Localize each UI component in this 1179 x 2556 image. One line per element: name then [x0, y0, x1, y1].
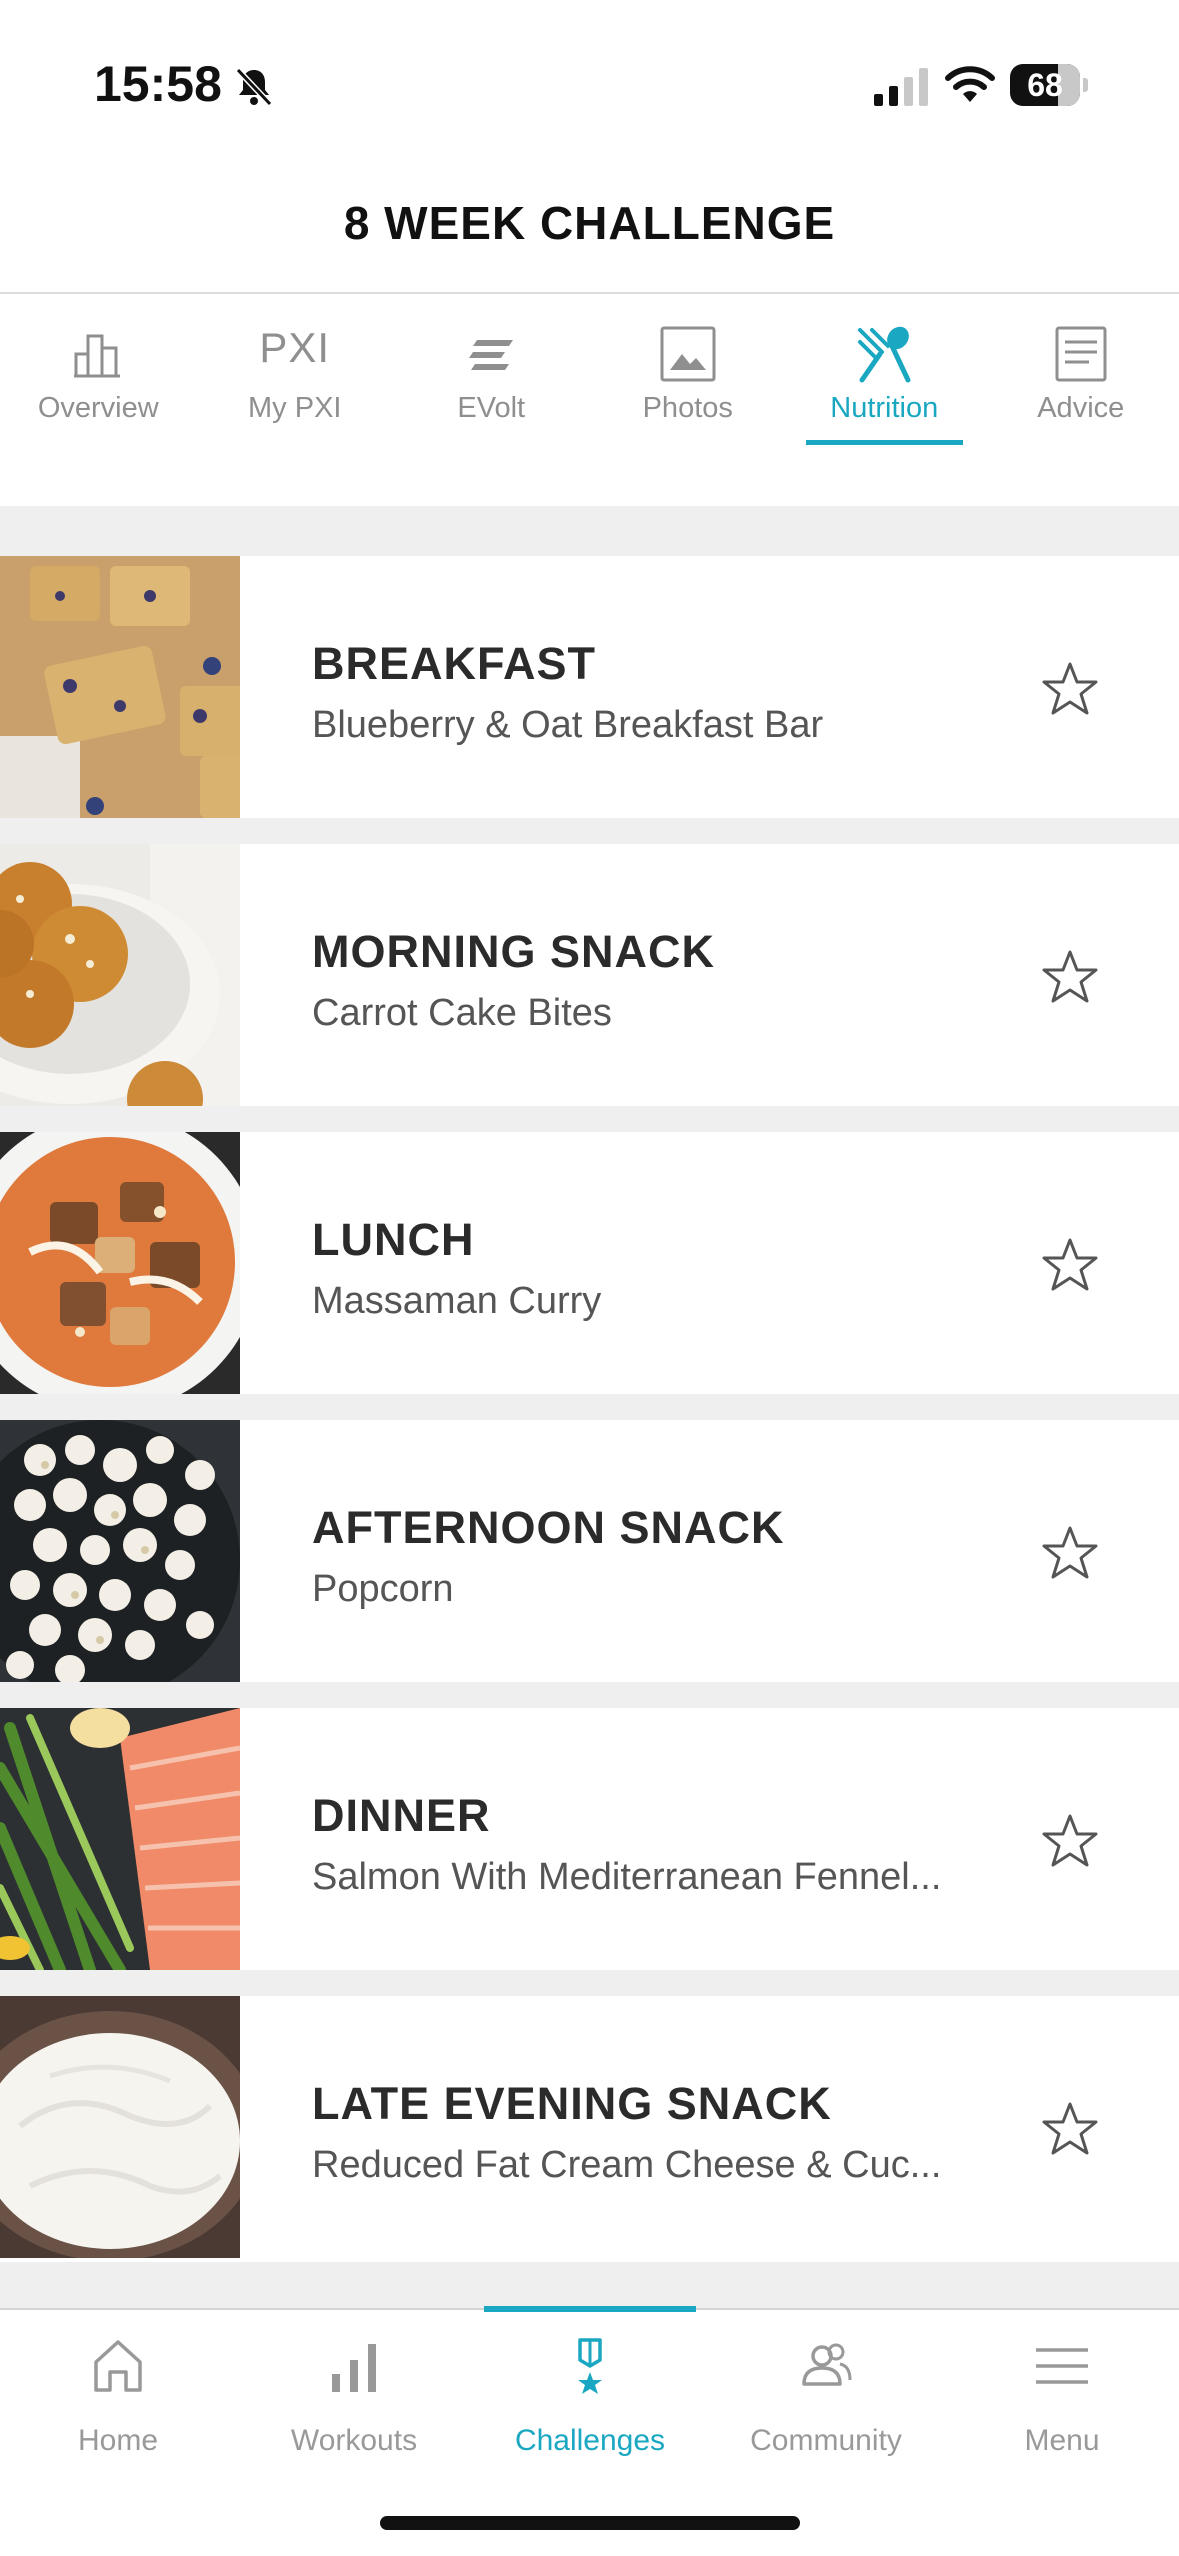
battery-indicator: 68 [1010, 64, 1090, 106]
evolt-icon [469, 340, 514, 370]
meal-dish: Carrot Cake Bites [312, 992, 612, 1034]
divider [0, 818, 1179, 844]
meal-card-breakfast[interactable]: BREAKFAST Blueberry & Oat Breakfast Bar [0, 556, 1179, 818]
cream-cheese-image [0, 1996, 240, 2258]
meal-dish: Salmon With Mediterranean Fennel... [312, 1856, 942, 1898]
divider [0, 1682, 1179, 1708]
tab-nutrition[interactable]: Nutrition [786, 294, 983, 454]
meal-card-late-evening-snack[interactable]: LATE EVENING SNACK Reduced Fat Cream Che… [0, 1996, 1179, 2258]
fork-spoon-icon [858, 326, 911, 383]
meal-title: AFTERNOON SNACK [312, 1502, 785, 1553]
meal-title: BREAKFAST [312, 638, 597, 689]
list-end-spacer [0, 2262, 1179, 2308]
document-icon [1055, 326, 1107, 382]
carrot-cake-bites-image [0, 844, 240, 1106]
salmon-fennel-image [0, 1708, 240, 1970]
meal-dish: Popcorn [312, 1568, 454, 1610]
meal-dish: Reduced Fat Cream Cheese & Cuc... [312, 2144, 942, 2186]
meal-card-morning-snack[interactable]: MORNING SNACK Carrot Cake Bites [0, 844, 1179, 1106]
favorite-star-icon[interactable] [1040, 1812, 1100, 1870]
battery-level: 68 [1027, 67, 1063, 103]
meal-card-dinner[interactable]: DINNER Salmon With Mediterranean Fennel.… [0, 1708, 1179, 1970]
breakfast-bar-image [0, 556, 240, 818]
nav-workouts[interactable]: Workouts [236, 2310, 472, 2480]
tab-photos[interactable]: Photos [590, 294, 787, 454]
hamburger-icon [1036, 2348, 1088, 2384]
bar-chart-icon [74, 334, 121, 378]
meal-title: LATE EVENING SNACK [312, 2078, 832, 2129]
bell-muted-icon [235, 67, 273, 107]
wifi-icon [945, 66, 995, 102]
meal-title: MORNING SNACK [312, 926, 715, 977]
divider [0, 1970, 1179, 1996]
favorite-star-icon[interactable] [1040, 1524, 1100, 1582]
tab-evolt[interactable]: EVolt [393, 294, 590, 454]
nav-community[interactable]: Community [708, 2310, 944, 2480]
status-bar: 15:58 68 [0, 0, 1179, 170]
tab-overview[interactable]: Overview [0, 294, 197, 454]
page-title: 8 WEEK CHALLENGE [343, 197, 836, 249]
favorite-star-icon[interactable] [1040, 2100, 1100, 2158]
nav-challenges[interactable]: Challenges [472, 2306, 708, 2480]
tab-advice[interactable]: Advice [983, 294, 1179, 454]
status-time: 15:58 [94, 56, 222, 112]
popcorn-image [0, 1420, 240, 1682]
medal-icon [578, 2338, 602, 2394]
divider [0, 1106, 1179, 1132]
home-indicator[interactable] [380, 2516, 800, 2530]
home-icon [94, 2340, 142, 2392]
meal-title: DINNER [312, 1790, 491, 1841]
meal-dish: Blueberry & Oat Breakfast Bar [312, 704, 824, 746]
nav-menu[interactable]: Menu [944, 2310, 1179, 2480]
meal-card-lunch[interactable]: LUNCH Massaman Curry [0, 1132, 1179, 1394]
bars-icon [332, 2344, 376, 2392]
meal-title: LUNCH [312, 1214, 475, 1265]
massaman-curry-image [0, 1132, 240, 1394]
favorite-star-icon[interactable] [1040, 1236, 1100, 1294]
meal-dish: Massaman Curry [312, 1280, 602, 1322]
tab-my-pxi[interactable]: PXI My PXI [197, 294, 394, 454]
section-spacer [0, 506, 1179, 556]
favorite-star-icon[interactable] [1040, 660, 1100, 718]
meal-card-afternoon-snack[interactable]: AFTERNOON SNACK Popcorn [0, 1420, 1179, 1682]
favorite-star-icon[interactable] [1040, 948, 1100, 1006]
divider [0, 1394, 1179, 1420]
nav-home[interactable]: Home [0, 2310, 236, 2480]
people-icon [802, 2343, 852, 2386]
image-icon [660, 326, 716, 382]
cellular-signal-icon [874, 68, 928, 106]
challenge-tabs: Overview PXI My PXI EVolt Photos Nutriti… [0, 294, 1179, 454]
pxi-text-icon: PXI [259, 324, 331, 371]
